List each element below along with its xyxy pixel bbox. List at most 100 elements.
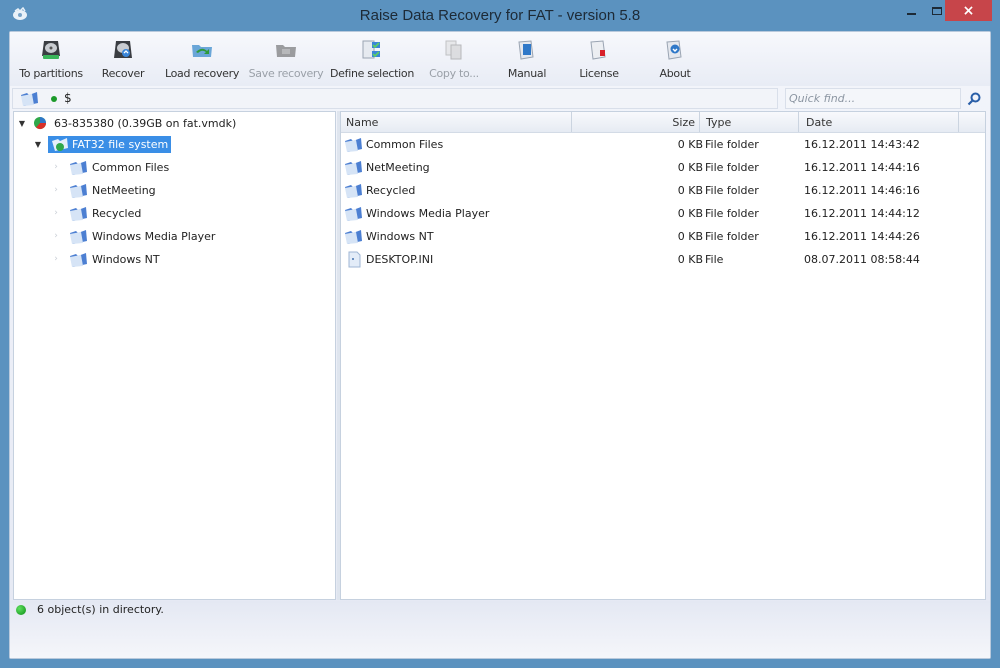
recover-label: Recover xyxy=(101,67,145,80)
save-folder-icon xyxy=(276,45,296,57)
file-name: Recycled xyxy=(366,184,416,197)
copy-to-label: Copy to... xyxy=(429,67,479,80)
tree-item-label: Recycled xyxy=(92,206,142,220)
column-header-type[interactable]: Type xyxy=(700,112,799,132)
to-partitions-label: To partitions xyxy=(19,67,83,80)
file-row[interactable]: Recycled 0 KB File folder 16.12.2011 14:… xyxy=(341,179,985,202)
quick-find-input[interactable] xyxy=(785,88,961,109)
file-name: NetMeeting xyxy=(366,161,430,174)
expand-arrow-icon[interactable]: › xyxy=(51,231,61,241)
manual-button[interactable]: Manual xyxy=(505,38,549,84)
expand-arrow-icon[interactable]: › xyxy=(51,162,61,172)
folder-icon xyxy=(345,138,362,152)
tree-selected-item[interactable]: FAT32 file system xyxy=(48,135,172,153)
folder-icon xyxy=(70,229,87,244)
folder-icon xyxy=(70,160,87,175)
window-title: Raise Data Recovery for FAT - version 5.… xyxy=(359,7,641,24)
save-recovery-label: Save recovery xyxy=(248,67,324,80)
file-date: 16.12.2011 14:44:16 xyxy=(804,161,920,174)
folder-icon xyxy=(70,206,87,221)
folder-icon xyxy=(70,183,87,198)
tree-root-label: 63-835380 (0.39GB on fat.vmdk) xyxy=(54,116,237,130)
column-header-date[interactable]: Date xyxy=(799,112,959,132)
minimize-button[interactable] xyxy=(898,0,924,21)
expand-arrow-icon[interactable]: › xyxy=(51,185,61,195)
tree-item[interactable]: › Windows Media Player xyxy=(51,226,218,246)
file-row[interactable]: Windows Media Player 0 KB File folder 16… xyxy=(341,202,985,225)
book-icon xyxy=(518,40,534,60)
checklist-icon xyxy=(362,40,380,59)
file-name: DESKTOP.INI xyxy=(366,253,434,266)
tree-item[interactable]: › Common Files xyxy=(51,157,172,177)
tree-item-label: Windows Media Player xyxy=(92,229,216,243)
folder-icon xyxy=(345,230,362,244)
tree-filesystem-label: FAT32 file system xyxy=(72,137,169,151)
file-type: File folder xyxy=(705,161,759,174)
copy-to-button[interactable]: Copy to... xyxy=(424,38,484,84)
file-type: File folder xyxy=(705,184,759,197)
collapse-arrow-icon[interactable]: ▼ xyxy=(17,119,27,128)
path-bar[interactable]: $ xyxy=(12,88,778,109)
file-size: 0 KB xyxy=(677,138,703,151)
hard-drive-icon xyxy=(42,41,60,59)
file-type: File folder xyxy=(705,207,759,220)
tree-item-label: NetMeeting xyxy=(92,183,156,197)
column-header-size[interactable]: Size xyxy=(572,112,700,132)
tree-root-disk[interactable]: ▼ 63-835380 (0.39GB on fat.vmdk) xyxy=(17,113,239,133)
file-size: 0 KB xyxy=(677,207,703,220)
tree-item-label: Common Files xyxy=(92,160,170,174)
define-selection-button[interactable]: Define selection xyxy=(330,38,414,84)
tree-filesystem[interactable]: ▼ FAT32 file system xyxy=(33,134,172,154)
file-type: File xyxy=(705,253,724,266)
folder-icon xyxy=(345,161,362,175)
tree-item[interactable]: › Recycled xyxy=(51,203,144,223)
file-type: File folder xyxy=(705,230,759,243)
file-row[interactable]: Common Files 0 KB File folder 16.12.2011… xyxy=(341,133,985,156)
file-list[interactable]: Name Size Type Date Common Files 0 KB Fi… xyxy=(340,111,986,600)
license-icon xyxy=(590,40,606,60)
load-recovery-label: Load recovery xyxy=(164,67,240,80)
tree-item-label: Windows NT xyxy=(92,252,160,266)
maximize-icon xyxy=(932,6,942,15)
save-recovery-button[interactable]: Save recovery xyxy=(247,38,325,84)
file-type: File folder xyxy=(705,138,759,151)
license-label: License xyxy=(579,67,619,80)
folder-icon xyxy=(70,252,87,267)
column-header-name[interactable]: Name xyxy=(341,112,572,132)
file-row[interactable]: DESKTOP.INI 0 KB File 08.07.2011 08:58:4… xyxy=(341,248,985,271)
expand-arrow-icon[interactable]: › xyxy=(51,254,61,264)
file-size: 0 KB xyxy=(677,253,703,266)
file-row[interactable]: NetMeeting 0 KB File folder 16.12.2011 1… xyxy=(341,156,985,179)
file-date: 16.12.2011 14:44:26 xyxy=(804,230,920,243)
search-button[interactable] xyxy=(962,88,986,109)
filesystem-icon xyxy=(52,138,68,151)
close-button[interactable]: × xyxy=(945,0,992,21)
collapse-arrow-icon[interactable]: ▼ xyxy=(33,140,43,149)
expand-arrow-icon[interactable]: › xyxy=(51,208,61,218)
to-partitions-button[interactable]: To partitions xyxy=(17,38,85,84)
file-name: Windows Media Player xyxy=(366,207,490,220)
load-recovery-button[interactable]: Load recovery xyxy=(165,38,239,84)
manual-label: Manual xyxy=(507,67,547,80)
file-size: 0 KB xyxy=(677,161,703,174)
recover-button[interactable]: Recover xyxy=(98,38,148,84)
file-date: 16.12.2011 14:44:12 xyxy=(804,207,920,220)
file-row[interactable]: Windows NT 0 KB File folder 16.12.2011 1… xyxy=(341,225,985,248)
status-bar: 6 object(s) in directory. xyxy=(10,601,990,658)
license-button[interactable]: License xyxy=(577,38,621,84)
copy-icon xyxy=(445,40,462,60)
current-path: $ xyxy=(64,91,72,105)
path-status-dot xyxy=(51,96,57,102)
tree-item[interactable]: › Windows NT xyxy=(51,249,163,269)
file-size: 0 KB xyxy=(677,184,703,197)
search-icon xyxy=(967,92,981,105)
status-indicator-icon xyxy=(16,605,26,615)
folder-open-icon xyxy=(192,45,212,57)
file-date: 16.12.2011 14:46:16 xyxy=(804,184,920,197)
tree-item[interactable]: › NetMeeting xyxy=(51,180,159,200)
status-text: 6 object(s) in directory. xyxy=(37,603,164,616)
folder-tree[interactable]: ▼ 63-835380 (0.39GB on fat.vmdk) ▼ FAT32… xyxy=(13,111,336,600)
about-button[interactable]: About xyxy=(653,38,697,84)
file-size: 0 KB xyxy=(677,230,703,243)
title-bar[interactable]: Raise Data Recovery for FAT - version 5.… xyxy=(0,0,1000,31)
